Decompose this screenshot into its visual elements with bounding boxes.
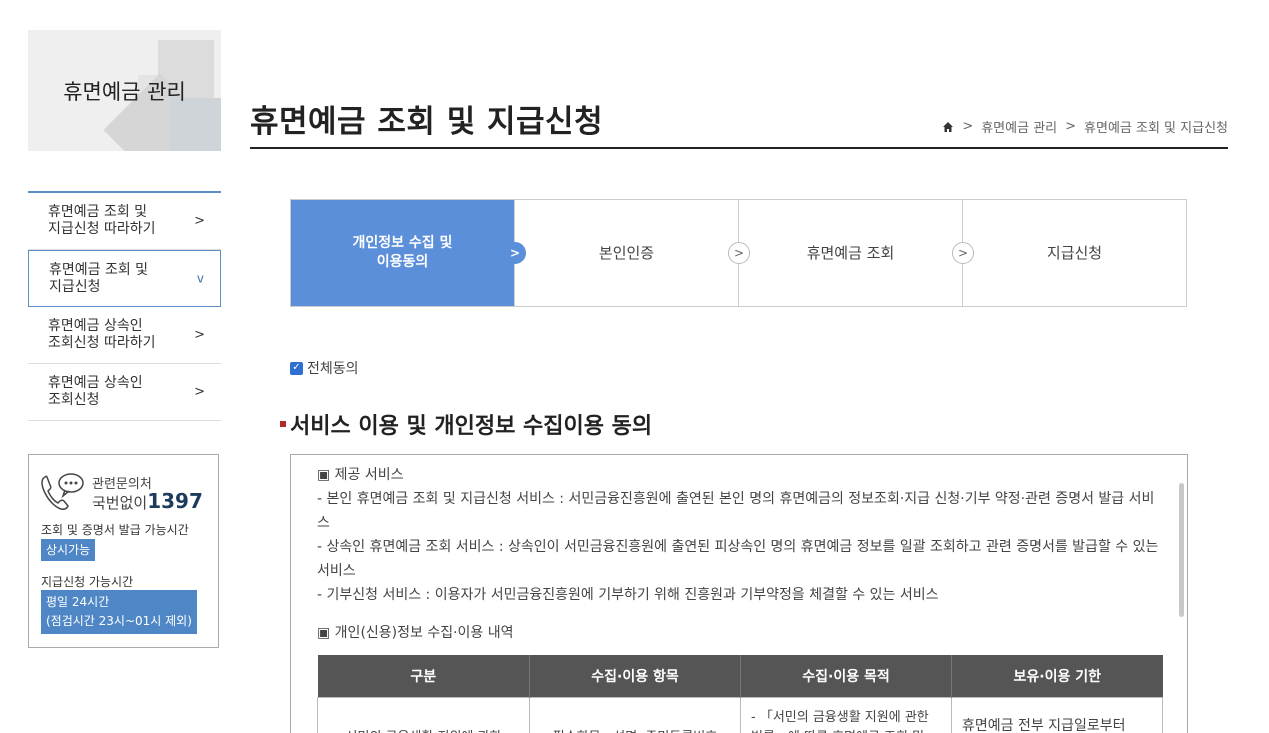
phone-chat-icon [41,473,84,510]
certificate-hours-label: 조회 및 증명서 발급 가능시간 [41,523,189,537]
breadcrumb-separator: > [1065,119,1077,134]
terms-heading: ▣ 개인(신용)정보 수집·이용 내역 [317,625,514,641]
sidebar-menu: 휴면예금 조회 및 지급신청 따라하기 > 휴면예금 조회 및 지급신청 v 휴… [28,191,221,421]
step-verification: 본인인증 > [515,200,750,306]
step-label: 개인정보 수집 및 이용동의 [352,235,453,270]
terms-content: ▣ 제공 서비스 - 본인 휴면예금 조회 및 지급신청 서비스 : 서민금융진… [317,463,1162,645]
sidebar-item-label: 휴면예금 상속인 조회신청 따라하기 [48,318,156,351]
terms-heading: ▣ 제공 서비스 [317,467,404,483]
terms-line: - 기부신청 서비스 : 이용자가 서민금융진흥원에 기부하기 위해 진흥원과 … [317,587,939,603]
certificate-hours-badge: 상시가능 [41,539,96,561]
step-label: 휴면예금 조회 [806,243,895,262]
terms-scrollbar[interactable] [1179,483,1184,617]
chevron-right-icon: > [504,242,526,264]
table-cell: 서민의 금융생활 지원에 관한 [317,696,530,733]
title-divider [250,147,1228,149]
payment-hours-label: 지급신청 가능시간 [41,575,134,589]
chevron-right-icon: > [952,242,974,264]
breadcrumb-item[interactable]: 휴면예금 조회 및 지급신청 [1084,117,1228,136]
terms-line: - 본인 휴면예금 조회 및 지급신청 서비스 : 서민금융진흥원에 출연된 본… [317,491,1155,531]
sidebar-item-label: 휴면예금 상속인 조회신청 [48,375,143,408]
chevron-right-icon: > [194,213,205,229]
table-cell: 필수항목 : 성명, 주민등록번호 [529,696,741,733]
table-header: 보유·이용 기한 [951,655,1163,697]
sidebar-item-heir-guide[interactable]: 휴면예금 상속인 조회신청 따라하기 > [28,307,221,364]
step-label: 지급신청 [1046,243,1103,262]
agree-all[interactable]: ✓ 전체동의 [290,358,359,378]
home-icon[interactable] [942,121,954,133]
table-header: 구분 [317,655,530,697]
progress-steps: 개인정보 수집 및 이용동의 > 본인인증 > 휴면예금 조회 > 지급신청 [290,199,1187,307]
agree-all-checkbox[interactable]: ✓ [290,361,303,375]
breadcrumb: > 휴면예금 관리 > 휴면예금 조회 및 지급신청 [942,117,1228,136]
step-label: 본인인증 [598,243,655,262]
chevron-right-icon: > [194,384,205,400]
sidebar-item-heir-inquiry[interactable]: 휴면예금 상속인 조회신청 > [28,364,221,421]
sidebar-item-inquiry[interactable]: 휴면예금 조회 및 지급신청 v [28,250,221,307]
breadcrumb-separator: > [962,119,974,134]
payment-hours-badge: 평일 24시간 (점검시간 23시~01시 제외) [41,590,197,634]
contact-phone: 국번없이1397 [92,489,203,513]
sidebar-banner-title: 휴면예금 관리 [63,80,186,104]
step-inquiry: 휴면예금 조회 > [739,200,974,306]
sidebar-item-inquiry-guide[interactable]: 휴면예금 조회 및 지급신청 따라하기 > [28,193,221,250]
sidebar-item-label: 휴면예금 조회 및 지급신청 [49,261,149,295]
agree-all-label: 전체동의 [307,361,359,377]
chevron-right-icon: > [194,327,205,343]
table-row: 서민의 금융생활 지원에 관한 필수항목 : 성명, 주민등록번호 - 「서민의… [317,696,1163,733]
table-header: 수집·이용 목적 [740,655,952,697]
breadcrumb-item[interactable]: 휴면예금 관리 [981,117,1057,136]
contact-box: 관련문의처 국번없이1397 조회 및 증명서 발급 가능시간 상시가능 지급신… [28,454,219,648]
info-table: 구분 수집·이용 항목 수집·이용 목적 보유·이용 기한 서민의 금융생활 지… [317,655,1163,733]
terms-line: - 상속인 휴면예금 조회 서비스 : 상속인이 서민금융진흥원에 출연된 피상… [317,539,1159,579]
phone-number: 1397 [147,489,203,513]
table-cell: - 「서민의 금융생활 지원에 관한 법률」에 따른 휴면예금 조회 및 [740,696,952,733]
section-bullet [280,421,286,427]
table-header: 수집·이용 항목 [529,655,741,697]
sidebar-item-label: 휴면예금 조회 및 지급신청 따라하기 [48,204,156,237]
table-header-row: 구분 수집·이용 항목 수집·이용 목적 보유·이용 기한 [317,655,1163,697]
chevron-right-icon: > [728,242,750,264]
section-title: 서비스 이용 및 개인정보 수집이용 동의 [280,408,652,440]
section-title-text: 서비스 이용 및 개인정보 수집이용 동의 [290,414,653,439]
sidebar-banner: 휴면예금 관리 [28,30,221,151]
terms-box[interactable]: ▣ 제공 서비스 - 본인 휴면예금 조회 및 지급신청 서비스 : 서민금융진… [290,454,1188,733]
step-consent: 개인정보 수집 및 이용동의 > [291,200,526,306]
table-cell: 휴면예금 전부 지급일로부터 [951,696,1163,733]
chevron-down-icon: v [196,271,204,285]
page-title: 휴면예금 조회 및 지급신청 [250,104,604,140]
step-payment: 지급신청 [963,200,1186,306]
